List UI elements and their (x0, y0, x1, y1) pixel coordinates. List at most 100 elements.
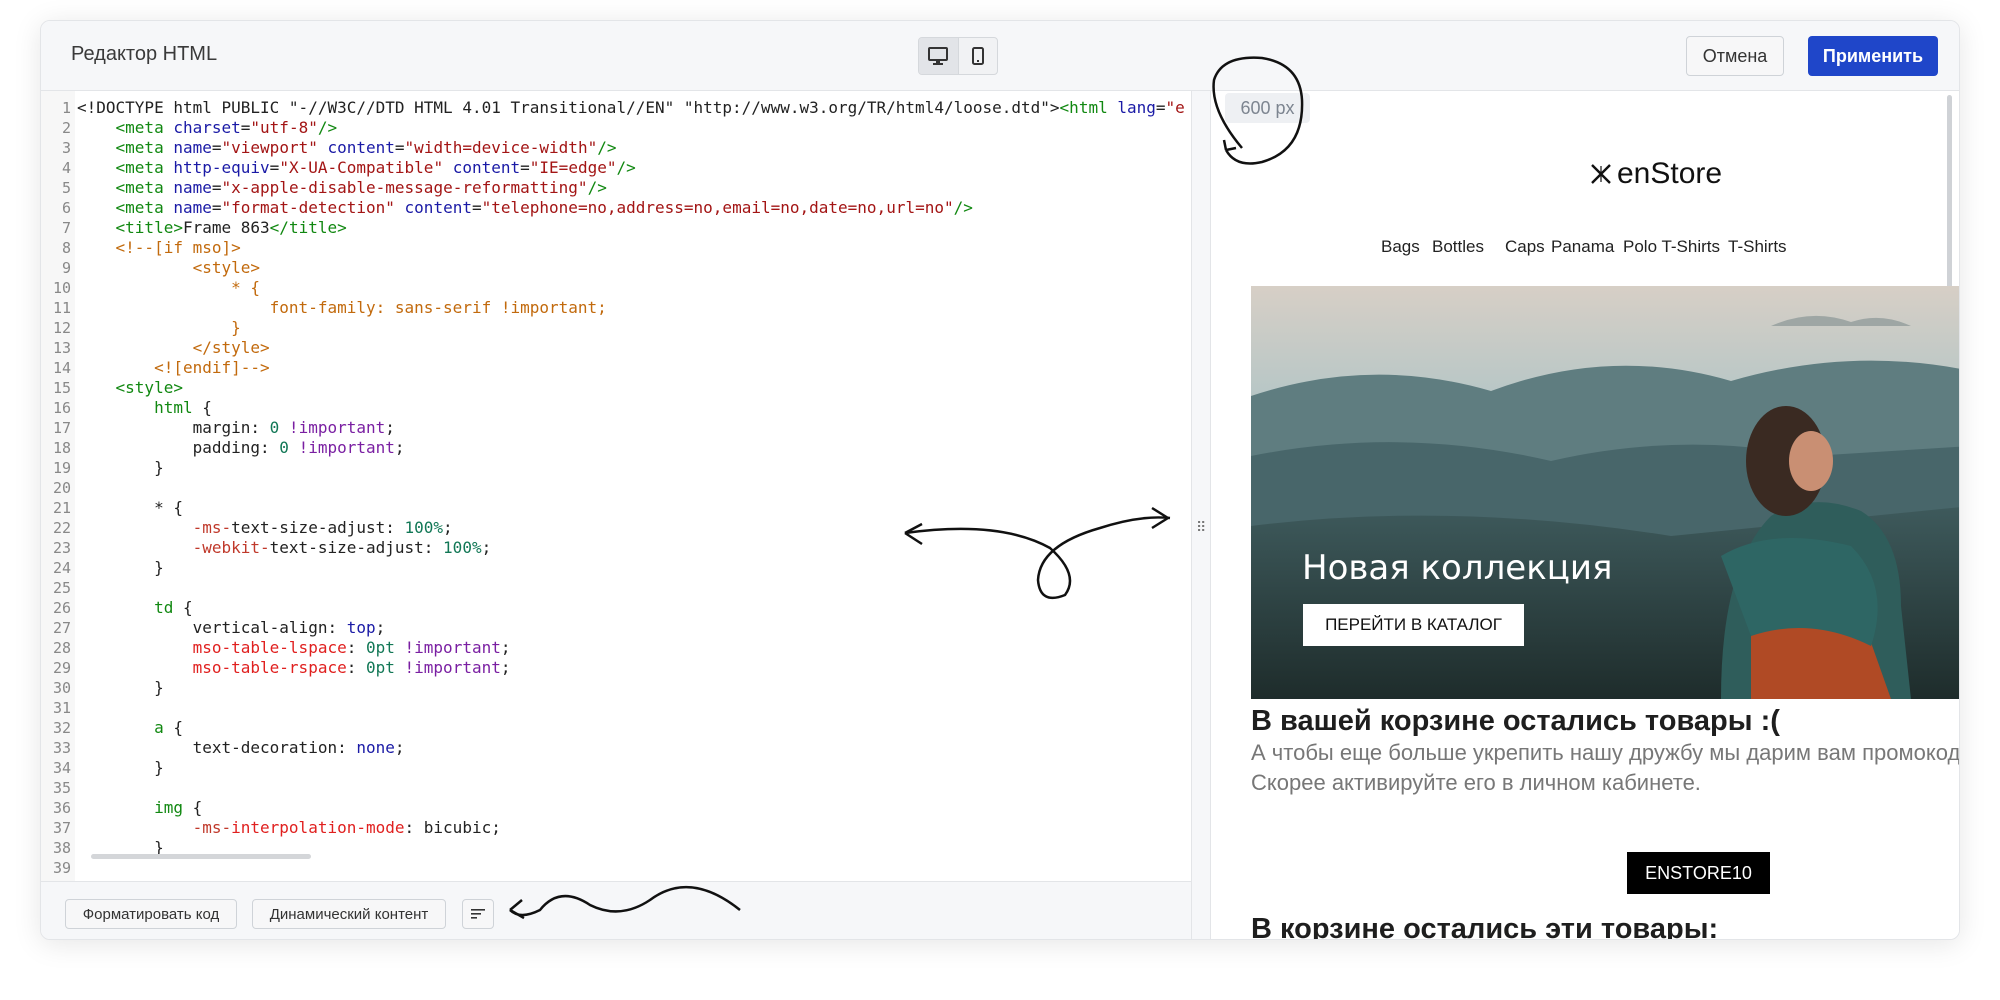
code-editor[interactable]: 1 <!DOCTYPE html PUBLIC "-//W3C//DTD HTML… (41, 91, 1191, 881)
code-line[interactable]: 27 vertical-align: top; (41, 618, 1191, 638)
mobile-view-button[interactable] (957, 38, 998, 74)
code-line[interactable]: 30 } (41, 678, 1191, 698)
code-token: : bicubic; (404, 818, 501, 837)
code-token: </style> (77, 338, 270, 357)
code-line[interactable]: 31 (41, 698, 1191, 718)
code-line[interactable]: 16 html { (41, 398, 1191, 418)
code-line[interactable]: 12 } (41, 318, 1191, 338)
align-menu-button[interactable] (462, 899, 494, 929)
logo-mark-icon (1591, 164, 1611, 184)
code-line[interactable]: 17 margin: 0 !important; (41, 418, 1191, 438)
line-number: 34 (52, 759, 71, 777)
code-text: td { (75, 598, 193, 617)
code-line[interactable]: 37 -ms-interpolation-mode: bicubic; (41, 818, 1191, 838)
code-line[interactable]: 24 } (41, 558, 1191, 578)
code-line[interactable]: 35 (41, 778, 1191, 798)
horizontal-scrollbar[interactable] (91, 854, 311, 859)
nav-item-bags[interactable]: Bags (1381, 237, 1420, 257)
code-line[interactable]: 25 (41, 578, 1191, 598)
code-line[interactable]: 9 <style> (41, 258, 1191, 278)
catalog-button[interactable]: ПЕРЕЙТИ В КАТАЛОГ (1303, 604, 1524, 646)
code-line[interactable]: 11 font-family: sans-serif !important; (41, 298, 1191, 318)
code-line[interactable]: 1 <!DOCTYPE html PUBLIC "-//W3C//DTD HTML… (41, 98, 1191, 118)
code-line[interactable]: 29 mso-table-rspace: 0pt !important; (41, 658, 1191, 678)
code-text: <style> (75, 258, 260, 277)
code-line[interactable]: 18 padding: 0 !important; (41, 438, 1191, 458)
line-number: 19 (52, 459, 71, 477)
line-number: 16 (52, 399, 71, 417)
device-toggle (918, 37, 998, 75)
line-number: 26 (52, 599, 71, 617)
code-line[interactable]: 28 mso-table-lspace: 0pt !important; (41, 638, 1191, 658)
code-token: text-size-adjust: (231, 518, 405, 537)
code-line[interactable]: 15 <style> (41, 378, 1191, 398)
hero-title: Новая коллекция (1302, 548, 1613, 588)
code-text: margin: 0 !important; (75, 418, 395, 437)
align-left-icon (471, 909, 485, 919)
code-line[interactable]: 2 <meta charset="utf-8"/> (41, 118, 1191, 138)
code-line[interactable]: 39 (41, 858, 1191, 878)
code-line[interactable]: 14 <![endif]--> (41, 358, 1191, 378)
line-number: 35 (52, 779, 71, 797)
code-token: "telephone=no,address=no,email=no,date=n… (481, 198, 954, 217)
cancel-button[interactable]: Отмена (1686, 36, 1784, 76)
code-text: text-decoration: none; (75, 738, 405, 757)
code-line[interactable]: 26 td { (41, 598, 1191, 618)
html-editor-modal: Редактор HTML Отмена Применить 1 <!DOCTYP… (40, 20, 1960, 940)
code-line[interactable]: 7 <title>Frame 863</title> (41, 218, 1191, 238)
code-token: = (520, 158, 530, 177)
drag-handle-icon[interactable]: ⠿ (1196, 519, 1206, 536)
code-token: <html (1059, 98, 1108, 117)
code-token: ; (394, 738, 405, 757)
line-number: 37 (52, 819, 71, 837)
code-token: /> (953, 198, 973, 217)
code-token: "viewport" (221, 138, 318, 157)
code-token: <meta (77, 158, 164, 177)
nav-item-polo[interactable]: Polo T-Shirts (1623, 237, 1720, 257)
code-line[interactable]: 33 text-decoration: none; (41, 738, 1191, 758)
code-line[interactable]: 23 -webkit-text-size-adjust: 100%; (41, 538, 1191, 558)
code-token: /> (317, 118, 338, 137)
code-token: ; (500, 638, 511, 657)
code-token: /> (616, 158, 636, 177)
code-token: "utf-8" (250, 118, 318, 137)
code-text: img { (75, 798, 202, 817)
format-code-button[interactable]: Форматировать код (65, 899, 237, 929)
nav-item-tshirts[interactable]: T-Shirts (1728, 237, 1787, 257)
dynamic-content-button[interactable]: Динамический контент (252, 899, 446, 929)
code-line[interactable]: 10 * { (41, 278, 1191, 298)
promo-code-badge[interactable]: ENSTORE10 (1627, 852, 1770, 894)
code-line[interactable]: 21 * { (41, 498, 1191, 518)
pane-splitter[interactable] (1191, 91, 1211, 939)
code-token: : (346, 638, 366, 657)
code-line[interactable]: 8 <!--[if mso]> (41, 238, 1191, 258)
code-token: { (163, 718, 183, 737)
nav-item-bottles[interactable]: Bottles (1432, 237, 1484, 257)
code-line[interactable]: 6 <meta name="format-detection" content=… (41, 198, 1191, 218)
code-token: text-size-adjust: (269, 538, 444, 557)
nav-item-panama[interactable]: Panama (1551, 237, 1614, 257)
code-line[interactable]: 4 <meta http-equiv="X-UA-Compatible" con… (41, 158, 1191, 178)
nav-item-caps[interactable]: Caps (1505, 237, 1545, 257)
code-line[interactable]: 22 -ms-text-size-adjust: 100%; (41, 518, 1191, 538)
code-text: * { (75, 498, 183, 517)
code-line[interactable]: 5 <meta name="x-apple-disable-message-re… (41, 178, 1191, 198)
code-token: /> (587, 178, 607, 197)
code-line[interactable]: 13 </style> (41, 338, 1191, 358)
code-text: <!DOCTYPE html PUBLIC "-//W3C//DTD HTML … (75, 98, 1185, 117)
desktop-view-button[interactable] (919, 38, 958, 74)
code-token: = (240, 118, 251, 137)
line-number: 2 (61, 119, 71, 137)
line-number: 38 (52, 839, 71, 857)
code-line[interactable]: 32 a { (41, 718, 1191, 738)
line-number: 25 (52, 579, 71, 597)
code-token: = (269, 158, 280, 177)
code-line[interactable]: 34 } (41, 758, 1191, 778)
code-line[interactable]: 20 (41, 478, 1191, 498)
email-preview: 600 px enStore Bags Bottles Caps Panama … (1211, 91, 1959, 939)
code-line[interactable]: 36 img { (41, 798, 1191, 818)
code-line[interactable]: 19 } (41, 458, 1191, 478)
apply-button[interactable]: Применить (1808, 36, 1938, 76)
code-line[interactable]: 3 <meta name="viewport" content="width=d… (41, 138, 1191, 158)
